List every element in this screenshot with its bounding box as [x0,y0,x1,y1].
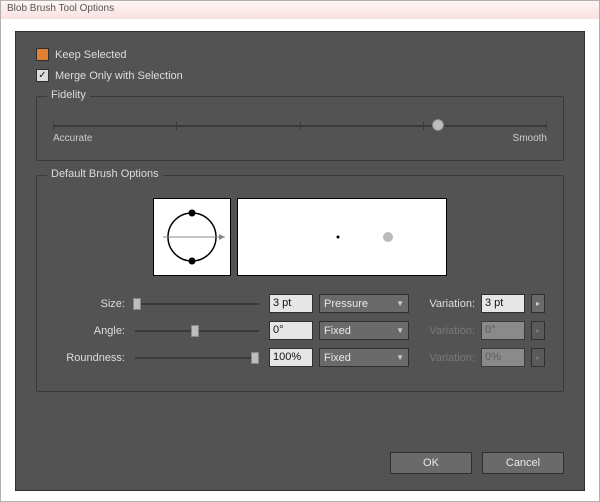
angle-mode-value: Fixed [324,325,351,337]
chevron-down-icon: ▼ [396,326,404,335]
angle-slider[interactable] [135,330,259,332]
fidelity-title: Fidelity [47,89,90,101]
brush-size-preview [237,198,447,276]
preview-dot-max [383,232,393,242]
size-thumb[interactable] [133,298,141,310]
roundness-input[interactable]: 100% [269,348,313,367]
angle-mode-dropdown[interactable]: Fixed ▼ [319,321,409,340]
roundness-variation-input: 0% [481,348,525,367]
ok-button[interactable]: OK [390,452,472,474]
roundness-row: Roundness: 100% Fixed ▼ Variation: 0% ▸ [53,348,547,367]
keep-selected-label: Keep Selected [55,49,127,61]
dialog-footer: OK Cancel [390,452,564,474]
size-mode-dropdown[interactable]: Pressure ▼ [319,294,409,313]
size-variation-stepper[interactable]: ▸ [531,294,545,313]
size-slider[interactable] [135,303,259,305]
window-title: Blob Brush Tool Options [1,1,599,19]
merge-selection-label: Merge Only with Selection [55,70,183,82]
fidelity-slider[interactable] [53,125,547,127]
angle-variation-input: 0° [481,321,525,340]
fidelity-thumb[interactable] [432,119,444,131]
angle-row: Angle: 0° Fixed ▼ Variation: 0° ▸ [53,321,547,340]
brush-previews [53,198,547,276]
keep-selected-row: Keep Selected [36,48,564,61]
brush-shape-preview [153,198,231,276]
blob-brush-options-window: Blob Brush Tool Options Keep Selected ✓ … [0,0,600,502]
angle-variation-stepper: ▸ [531,321,545,340]
chevron-down-icon: ▼ [396,353,404,362]
fidelity-max-label: Smooth [513,133,547,144]
angle-thumb[interactable] [191,325,199,337]
angle-variation-label: Variation: [415,325,475,337]
roundness-variation-stepper: ▸ [531,348,545,367]
size-row: Size: 3 pt Pressure ▼ Variation: 3 pt ▸ [53,294,547,313]
dialog-panel: Keep Selected ✓ Merge Only with Selectio… [15,31,585,491]
size-input[interactable]: 3 pt [269,294,313,313]
preview-dot-min [336,236,339,239]
size-label: Size: [53,298,125,310]
keep-selected-checkbox[interactable] [36,48,49,61]
fidelity-labels: Accurate Smooth [53,133,547,144]
roundness-mode-dropdown[interactable]: Fixed ▼ [319,348,409,367]
angle-label: Angle: [53,325,125,337]
merge-selection-row: ✓ Merge Only with Selection [36,69,564,82]
brush-options-title: Default Brush Options [47,168,163,180]
roundness-label: Roundness: [53,352,125,364]
size-variation-input[interactable]: 3 pt [481,294,525,313]
size-variation-label: Variation: [415,298,475,310]
cancel-button[interactable]: Cancel [482,452,564,474]
size-mode-value: Pressure [324,298,368,310]
fidelity-min-label: Accurate [53,133,92,144]
roundness-mode-value: Fixed [324,352,351,364]
angle-input[interactable]: 0° [269,321,313,340]
chevron-down-icon: ▼ [396,299,404,308]
roundness-thumb[interactable] [251,352,259,364]
roundness-variation-label: Variation: [415,352,475,364]
brush-options-group: Default Brush Options Si [36,175,564,392]
roundness-slider[interactable] [135,357,259,359]
fidelity-group: Fidelity Accurate Smooth [36,96,564,161]
merge-selection-checkbox[interactable]: ✓ [36,69,49,82]
fidelity-ticks [53,122,547,130]
